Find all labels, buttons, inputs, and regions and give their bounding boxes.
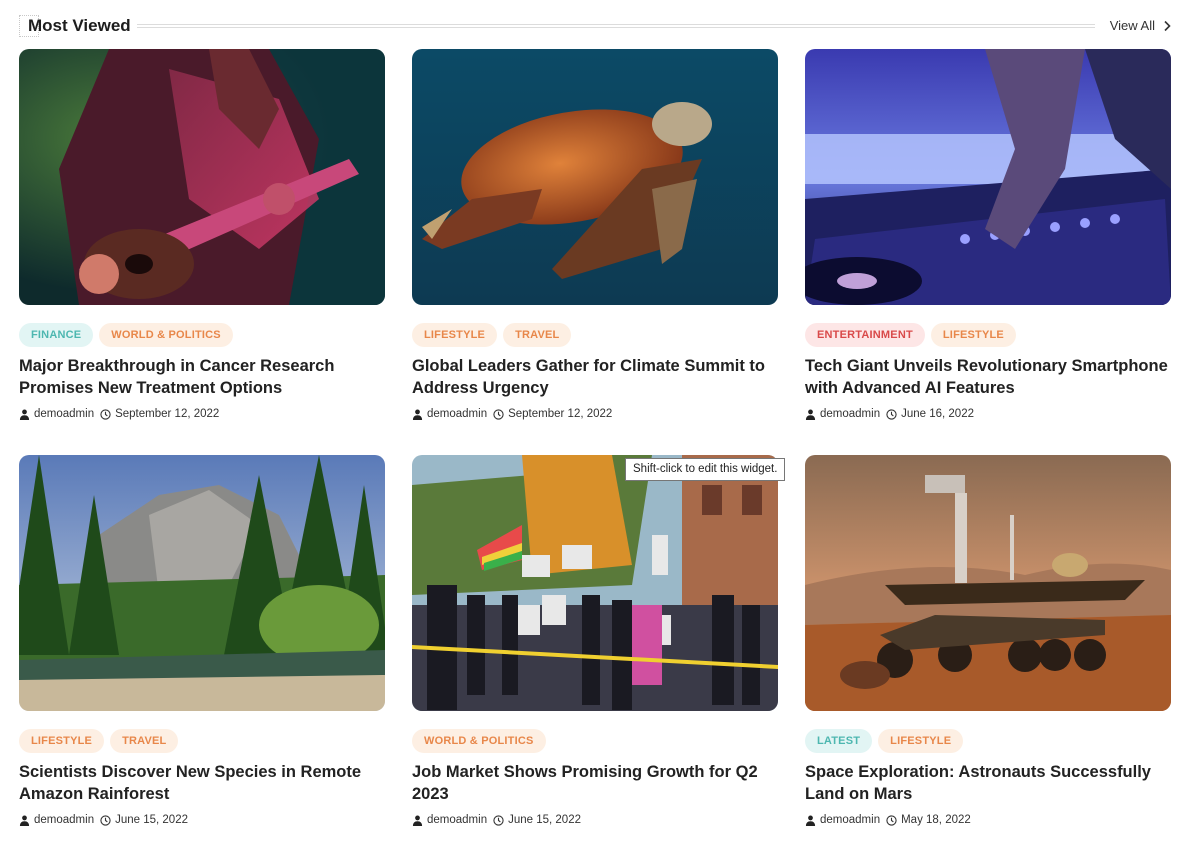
post-categories: ENTERTAINMENT LIFESTYLE	[805, 323, 1016, 347]
category-badge[interactable]: TRAVEL	[503, 323, 572, 347]
guitarist-photo	[19, 49, 385, 305]
post-author[interactable]: demoadmin	[34, 408, 94, 420]
post-categories: FINANCE WORLD & POLITICS	[19, 323, 233, 347]
post-title[interactable]: Scientists Discover New Species in Remot…	[19, 761, 385, 805]
category-badge[interactable]: ENTERTAINMENT	[805, 323, 925, 347]
post-title[interactable]: Major Breakthrough in Cancer Research Pr…	[19, 355, 385, 399]
category-badge[interactable]: WORLD & POLITICS	[99, 323, 233, 347]
clock-icon	[100, 408, 111, 420]
post-date: September 12, 2022	[508, 408, 613, 420]
valley-forest-photo	[19, 455, 385, 711]
dj-mixer-photo	[805, 49, 1171, 305]
clock-icon	[886, 814, 897, 826]
category-badge[interactable]: FINANCE	[19, 323, 94, 347]
post-date: June 15, 2022	[508, 814, 581, 826]
post-author[interactable]: demoadmin	[427, 814, 487, 826]
post-thumbnail[interactable]	[412, 49, 778, 305]
street-protest-photo	[412, 455, 778, 711]
post-author[interactable]: demoadmin	[820, 814, 880, 826]
post-title[interactable]: Tech Giant Unveils Revolutionary Smartph…	[805, 355, 1171, 399]
clock-icon	[886, 408, 897, 420]
post-meta: demoadmin May 18, 2022	[805, 814, 971, 826]
clock-icon	[493, 408, 504, 420]
post-date: September 12, 2022	[115, 408, 220, 420]
post-meta: demoadmin June 15, 2022	[19, 814, 188, 826]
clock-icon	[493, 814, 504, 826]
view-all-link[interactable]: View All	[1110, 18, 1173, 33]
post-date: May 18, 2022	[901, 814, 971, 826]
post-categories: LATEST LIFESTYLE	[805, 729, 964, 753]
post-card: LIFESTYLE TRAVEL Global Leaders Gather f…	[412, 49, 778, 420]
category-badge[interactable]: WORLD & POLITICS	[412, 729, 546, 753]
sea-turtle-photo	[412, 49, 778, 305]
post-thumbnail[interactable]	[805, 49, 1171, 305]
post-thumbnail[interactable]	[412, 455, 778, 711]
post-date: June 16, 2022	[901, 408, 974, 420]
post-card: LIFESTYLE TRAVEL Scientists Discover New…	[19, 455, 385, 826]
post-date: June 15, 2022	[115, 814, 188, 826]
post-thumbnail[interactable]	[19, 455, 385, 711]
post-author[interactable]: demoadmin	[427, 408, 487, 420]
post-card: WORLD & POLITICS Job Market Shows Promis…	[412, 455, 778, 826]
post-meta: demoadmin September 12, 2022	[19, 408, 219, 420]
user-icon	[805, 815, 816, 826]
category-badge[interactable]: LATEST	[805, 729, 873, 753]
edit-widget-tooltip: Shift-click to edit this widget.	[625, 458, 786, 481]
section-header: Most Viewed View All	[19, 12, 1173, 40]
user-icon	[19, 815, 30, 826]
post-title[interactable]: Global Leaders Gather for Climate Summit…	[412, 355, 778, 399]
post-author[interactable]: demoadmin	[34, 814, 94, 826]
post-card: LATEST LIFESTYLE Space Exploration: Astr…	[805, 455, 1171, 826]
post-thumbnail[interactable]	[19, 49, 385, 305]
user-icon	[412, 409, 423, 420]
post-meta: demoadmin September 12, 2022	[412, 408, 612, 420]
user-icon	[412, 815, 423, 826]
header-divider	[137, 24, 1095, 28]
category-badge[interactable]: LIFESTYLE	[412, 323, 498, 347]
clock-icon	[100, 814, 111, 826]
post-author[interactable]: demoadmin	[820, 408, 880, 420]
category-badge[interactable]: LIFESTYLE	[19, 729, 105, 753]
post-card: FINANCE WORLD & POLITICS Major Breakthro…	[19, 49, 385, 420]
post-meta: demoadmin June 15, 2022	[412, 814, 581, 826]
post-card: ENTERTAINMENT LIFESTYLE Tech Giant Unvei…	[805, 49, 1171, 420]
category-badge[interactable]: TRAVEL	[110, 729, 179, 753]
chevron-right-icon	[1164, 20, 1171, 31]
mars-rover-photo	[805, 455, 1171, 711]
post-categories: LIFESTYLE TRAVEL	[19, 729, 179, 753]
post-categories: LIFESTYLE TRAVEL	[412, 323, 572, 347]
user-icon	[19, 409, 30, 420]
post-meta: demoadmin June 16, 2022	[805, 408, 974, 420]
user-icon	[805, 409, 816, 420]
post-thumbnail[interactable]	[805, 455, 1171, 711]
category-badge[interactable]: LIFESTYLE	[930, 323, 1016, 347]
section-title: Most Viewed	[28, 16, 131, 35]
view-all-label: View All	[1109, 18, 1155, 33]
post-title[interactable]: Job Market Shows Promising Growth for Q2…	[412, 761, 778, 805]
post-title[interactable]: Space Exploration: Astronauts Successful…	[805, 761, 1171, 805]
post-categories: WORLD & POLITICS	[412, 729, 546, 753]
category-badge[interactable]: LIFESTYLE	[878, 729, 964, 753]
